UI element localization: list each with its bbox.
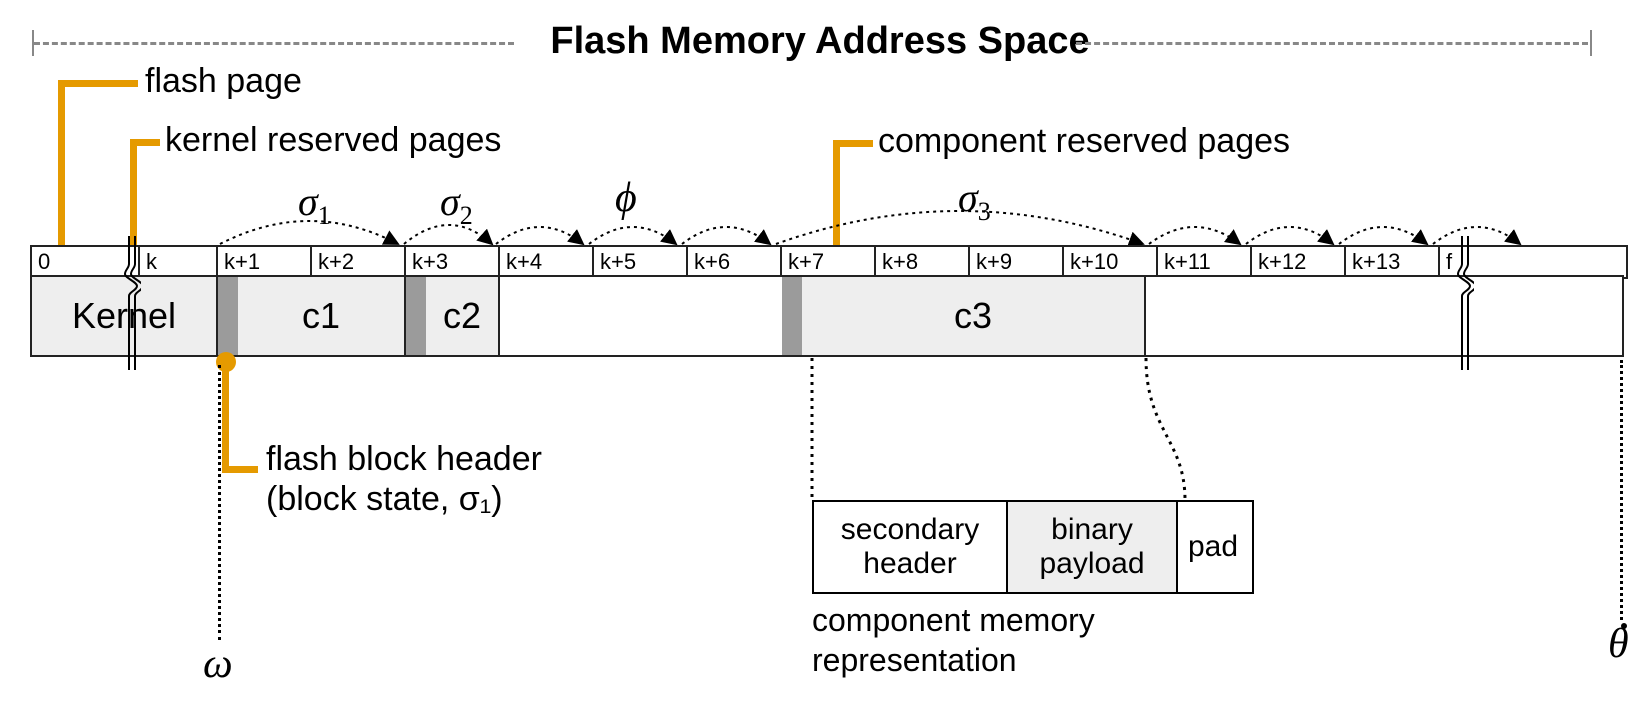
diagram-root: Flash Memory Address Space flash page ke… <box>0 0 1640 721</box>
cmr-binary-payload: binarypayload <box>1008 502 1178 592</box>
cmr-pad: pad <box>1178 502 1248 592</box>
cmr-secondary-header: secondaryheader <box>814 502 1008 592</box>
cmr-box: secondaryheader binarypayload pad <box>812 500 1254 594</box>
cmr-caption-l2: representation <box>812 640 1017 680</box>
cmr-caption-l1: component memory <box>812 600 1095 640</box>
